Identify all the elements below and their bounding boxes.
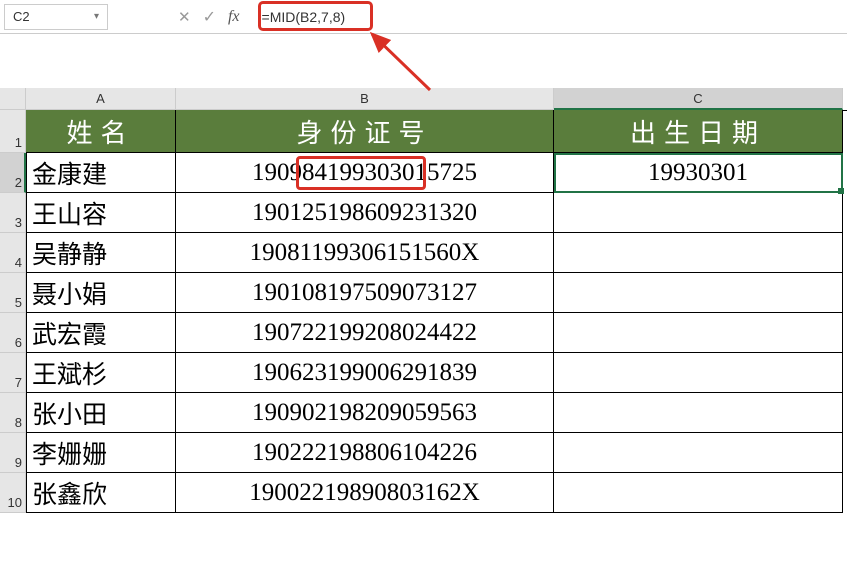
cell-B3[interactable]: 190125198609231320 <box>176 193 554 233</box>
name-box-value: C2 <box>13 9 94 24</box>
fx-icon[interactable]: fx <box>228 8 240 26</box>
confirm-icon[interactable]: ✓ <box>203 7 216 27</box>
cell-B6[interactable]: 190722199208024422 <box>176 313 554 353</box>
cell-B9[interactable]: 190222198806104226 <box>176 433 554 473</box>
cell-A6[interactable]: 武宏霞 <box>26 313 176 353</box>
cell-C6[interactable] <box>554 313 843 353</box>
cell-C3[interactable] <box>554 193 843 233</box>
cell-A2[interactable]: 金康建 <box>26 153 176 193</box>
cell-A4[interactable]: 吴静静 <box>26 233 176 273</box>
name-box[interactable]: C2 ▾ <box>4 4 108 30</box>
cell-A3[interactable]: 王山容 <box>26 193 176 233</box>
row-header-10[interactable]: 10 <box>0 473 26 513</box>
row-header-5[interactable]: 5 <box>0 273 26 313</box>
cell-B7[interactable]: 190623199006291839 <box>176 353 554 393</box>
formula-text: =MID(B2,7,8) <box>262 9 346 25</box>
formula-bar: C2 ▾ ✕ ✓ fx =MID(B2,7,8) <box>0 0 847 34</box>
cell-A10[interactable]: 张鑫欣 <box>26 473 176 513</box>
cancel-icon[interactable]: ✕ <box>178 8 191 26</box>
cell-C7[interactable] <box>554 353 843 393</box>
row-header-4[interactable]: 4 <box>0 233 26 273</box>
cell-C5[interactable] <box>554 273 843 313</box>
cell-C1[interactable]: 出生日期 <box>554 110 843 153</box>
cell-C4[interactable] <box>554 233 843 273</box>
cell-C10[interactable] <box>554 473 843 513</box>
cell-C8[interactable] <box>554 393 843 433</box>
cell-C2[interactable]: 19930301 <box>554 153 843 193</box>
formula-buttons: ✕ ✓ fx <box>164 7 254 27</box>
column-header-C[interactable]: C <box>554 88 843 110</box>
row-header-6[interactable]: 6 <box>0 313 26 353</box>
row-header-8[interactable]: 8 <box>0 393 26 433</box>
cell-A1[interactable]: 姓名 <box>26 110 176 153</box>
cell-B4[interactable]: 19081199306151560X <box>176 233 554 273</box>
cell-B1[interactable]: 身份证号 <box>176 110 554 153</box>
cell-B5[interactable]: 190108197509073127 <box>176 273 554 313</box>
row-header-7[interactable]: 7 <box>0 353 26 393</box>
column-header-B[interactable]: B <box>176 88 554 110</box>
column-header-A[interactable]: A <box>26 88 176 110</box>
name-box-dropdown-icon[interactable]: ▾ <box>94 11 99 22</box>
select-all-corner[interactable] <box>0 88 26 110</box>
cell-B8[interactable]: 190902198209059563 <box>176 393 554 433</box>
formula-input[interactable]: =MID(B2,7,8) <box>254 4 843 30</box>
cell-B10[interactable]: 19002219890803162X <box>176 473 554 513</box>
cell-A8[interactable]: 张小田 <box>26 393 176 433</box>
row-header-3[interactable]: 3 <box>0 193 26 233</box>
spreadsheet: A B C 1 2 3 4 5 6 7 8 9 10 姓名 身份证号 出生日期 <box>0 88 847 513</box>
cell-A7[interactable]: 王斌杉 <box>26 353 176 393</box>
cell-A9[interactable]: 李姗姗 <box>26 433 176 473</box>
cell-C9[interactable] <box>554 433 843 473</box>
row-header-2[interactable]: 2 <box>0 153 26 193</box>
row-header-1[interactable]: 1 <box>0 110 26 153</box>
cell-B2[interactable]: 190984199303015725 <box>176 153 554 193</box>
row-header-9[interactable]: 9 <box>0 433 26 473</box>
cell-A5[interactable]: 聂小娟 <box>26 273 176 313</box>
